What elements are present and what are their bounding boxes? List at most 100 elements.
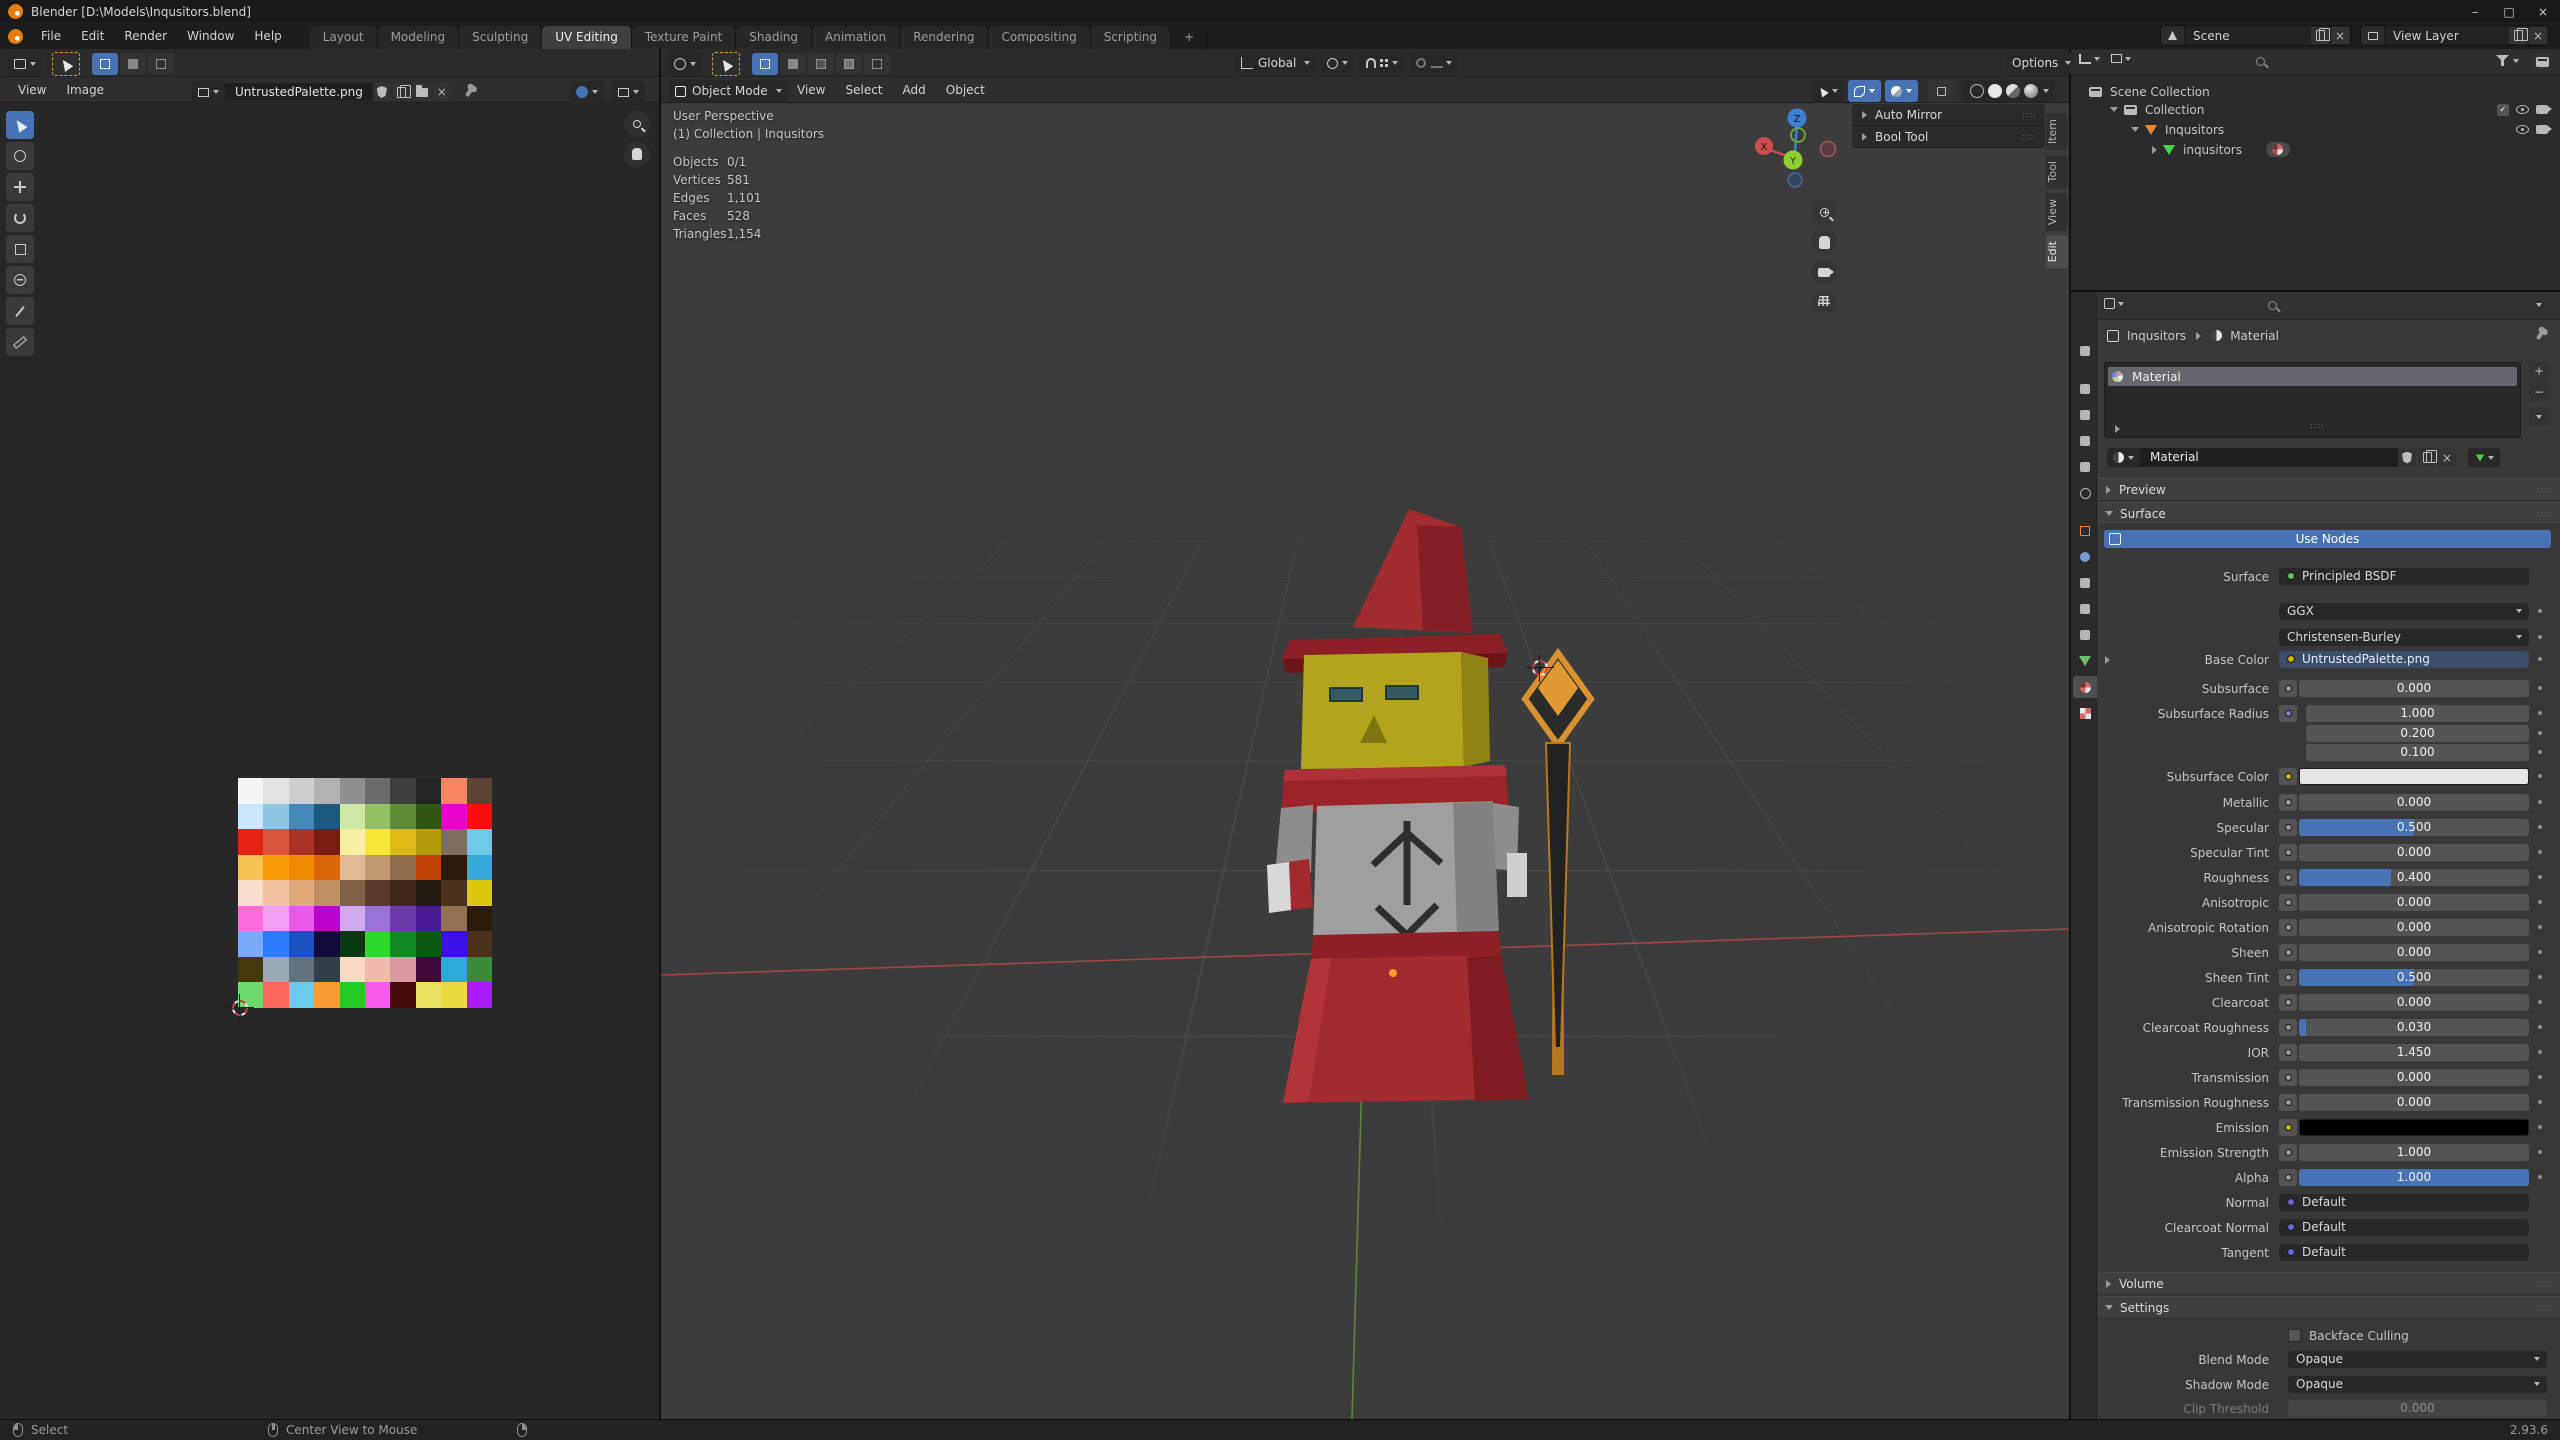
prop-slider[interactable]: 0.000 [2299,894,2529,911]
menu-window[interactable]: Window [177,23,244,49]
scale-icon[interactable] [6,235,34,263]
section-settings[interactable]: Settings:::: [2098,1296,2560,1319]
xray-toggle-button[interactable] [1885,80,1918,102]
outliner-item-inqusitors[interactable]: Inqusitors [2071,120,2560,139]
transform-icon[interactable] [6,266,34,294]
vp-menu-view[interactable]: View [787,77,835,103]
panel-auto-mirror[interactable]: Auto Mirror:::: [1852,104,2045,126]
clip-threshold-field[interactable]: 0.000 [2288,1400,2547,1417]
vp-menu-select[interactable]: Select [835,77,892,103]
sidebar-tab-tool[interactable]: Tool [2046,155,2068,188]
material-chip[interactable] [2266,142,2290,157]
prop-node-field[interactable]: Default [2279,1219,2529,1236]
outliner-item-scene-collection[interactable]: Scene Collection [2071,82,2560,101]
use-nodes-button[interactable]: Use Nodes [2104,530,2551,548]
add-slot-button[interactable]: + [2529,362,2549,380]
vp-3d-cursor[interactable] [1529,657,1551,679]
disable-render-icon[interactable] [2536,105,2548,114]
decorator-dot[interactable] [2538,1000,2542,1004]
prop-slider[interactable]: 1.000 [2299,1169,2529,1186]
menu-help[interactable]: Help [244,23,291,49]
disclosure-icon[interactable] [2131,127,2139,132]
prop-slider[interactable]: 0.000 [2299,994,2529,1011]
shading-wireframe-button[interactable] [1970,84,1984,98]
decorator-dot[interactable] [2538,711,2542,715]
tab-compositing[interactable]: Compositing [988,26,1090,49]
remove-view-layer-button[interactable]: × [2529,27,2547,44]
sidebar-tab-view[interactable]: View [2046,193,2068,231]
annotate-icon[interactable] [6,297,34,325]
decorator-dot[interactable] [2538,1175,2542,1179]
prop-slider[interactable]: 1.450 [2299,1044,2529,1061]
pivot-point-button[interactable] [1321,52,1354,74]
section-volume[interactable]: Volume:::: [2098,1272,2560,1295]
options-dropdown[interactable]: Options [2006,52,2077,74]
uv-display-channels-button[interactable] [570,81,604,103]
tweak-select-icon[interactable] [6,111,34,139]
uv-pan-button[interactable] [624,141,650,167]
tab-texture-paint[interactable]: Texture Paint [632,26,736,49]
decorator-dot[interactable] [2538,950,2542,954]
show-overlays-button[interactable] [1848,80,1881,102]
outliner-filter-button[interactable] [2496,55,2519,66]
select-intersect-button[interactable] [864,53,890,75]
prop-slider[interactable]: 0.000 [2299,944,2529,961]
cursor-2d-icon[interactable] [6,142,34,170]
show-gizmo-button[interactable] [1812,80,1844,102]
exclude-checkbox[interactable]: ✓ [2497,104,2509,116]
prop-slider[interactable]: 1.000 [2306,705,2529,722]
image-name-field[interactable]: UntrustedPalette.png [225,83,373,101]
prop-color-swatch[interactable] [2299,1119,2529,1136]
decorator-dot[interactable] [2538,800,2542,804]
zoom-button[interactable] [1811,199,1837,225]
add-workspace-button[interactable]: + [1171,26,1208,49]
decorator-dot[interactable] [2538,850,2542,854]
socket-button[interactable] [2279,819,2297,836]
mode-select[interactable]: Object Mode [669,80,788,102]
sidebar-tab-item[interactable]: Item [2046,113,2068,150]
tab-shading[interactable]: Shading [736,26,812,49]
decorator-dot[interactable] [2538,925,2542,929]
prop-slider[interactable]: 0.200 [2306,725,2529,742]
vp-menu-object[interactable]: Object [936,77,995,103]
outliner-item-collection[interactable]: Collection✓ [2071,100,2560,119]
unlink-scene-button[interactable]: × [2331,27,2349,44]
prop-slider[interactable]: 0.000 [2299,1069,2529,1086]
socket-button[interactable] [2279,844,2297,861]
socket-button[interactable] [2279,1094,2297,1111]
properties-tab-view-layer[interactable] [2073,430,2097,452]
socket-button[interactable] [2279,1069,2297,1086]
palette-image[interactable] [238,778,492,1008]
decorator-dot[interactable] [2538,609,2542,613]
uv-zoom-button[interactable] [624,111,650,137]
remove-slot-button[interactable]: − [2529,383,2549,401]
socket-button[interactable] [2279,994,2297,1011]
socket-button[interactable] [2279,969,2297,986]
prop-slider[interactable]: 0.030 [2299,1019,2529,1036]
decorator-dot[interactable] [2538,1100,2542,1104]
pin-id-icon[interactable] [2536,331,2544,341]
surface-node-select[interactable]: Principled BSDF [2279,568,2529,585]
uv-select-mode-face[interactable] [148,53,174,75]
transform-orientation-select[interactable]: Global [1235,52,1316,74]
render-preview-toggle[interactable] [1928,80,1954,102]
decorator-dot[interactable] [2538,1150,2542,1154]
shading-solid-button[interactable] [1988,84,2002,98]
prop-slider[interactable]: 0.000 [2299,844,2529,861]
prop-slider[interactable]: 0.000 [2299,919,2529,936]
uv-menu-view[interactable]: View [8,77,56,103]
prop-slider[interactable]: 0.000 [2299,794,2529,811]
disclosure-icon[interactable] [2152,146,2157,154]
new-image-button[interactable] [393,83,411,101]
properties-tab-scene[interactable] [2073,456,2097,478]
uv-2d-cursor[interactable] [229,997,251,1019]
section-preview[interactable]: Preview:::: [2098,478,2560,501]
material-slot-row[interactable]: Material [2108,367,2517,386]
vp-menu-add[interactable]: Add [893,77,936,103]
decorator-dot[interactable] [2538,635,2542,639]
outliner-item-inqusitors[interactable]: inqusitors [2071,140,2560,159]
outliner-editor-type-button[interactable] [2079,54,2100,64]
material-unlink-button[interactable]: × [2438,448,2456,467]
prop-slider[interactable]: 0.400 [2299,869,2529,886]
uv-image-pin-button[interactable] [612,81,645,103]
